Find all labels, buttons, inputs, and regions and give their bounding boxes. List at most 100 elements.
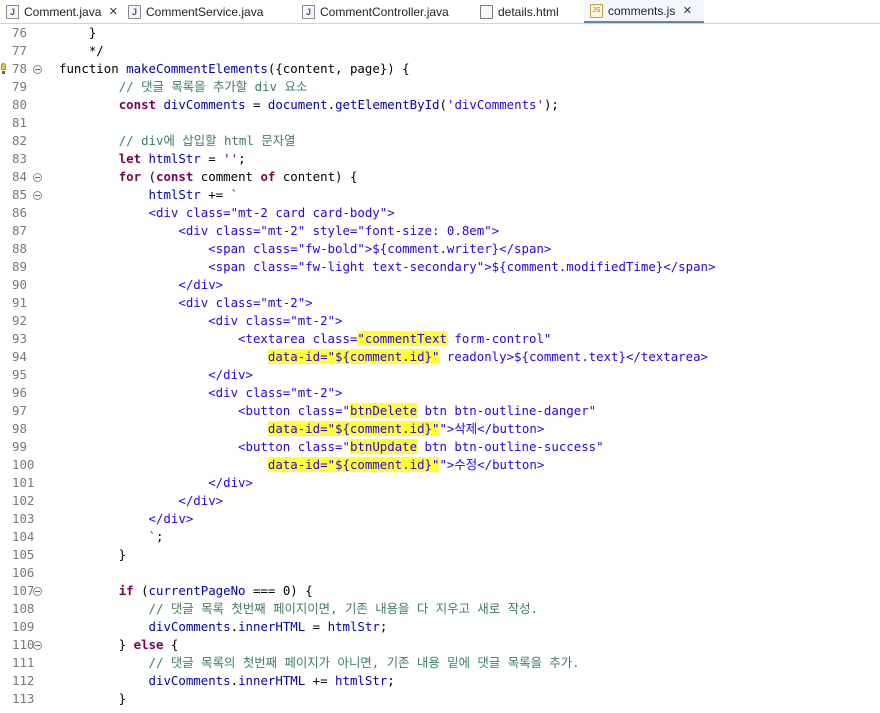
- line-number: 110: [12, 637, 35, 652]
- line-gutter: 93: [0, 330, 46, 348]
- highlighted-token: data-id="${comment.id}": [267, 457, 440, 472]
- code-text: // 댓글 목록 첫번째 페이지이면, 기존 내용을 다 지우고 새로 작성.: [59, 600, 538, 618]
- code-token: // 댓글 목록 첫번째 페이지이면, 기존 내용을 다 지우고 새로 작성.: [148, 601, 538, 616]
- code-line[interactable]: 108 // 댓글 목록 첫번째 페이지이면, 기존 내용을 다 지우고 새로 …: [0, 600, 880, 618]
- line-gutter: 85: [0, 186, 46, 204]
- code-line[interactable]: 88 <span class="fw-bold">${comment.write…: [0, 240, 880, 258]
- code-line[interactable]: 93 <textarea class="commentText form-con…: [0, 330, 880, 348]
- line-gutter: 89: [0, 258, 46, 276]
- code-token: divComments: [148, 619, 231, 634]
- code-line[interactable]: 87 <div class="mt-2" style="font-size: 0…: [0, 222, 880, 240]
- code-line[interactable]: 107 if (currentPageNo === 0) {: [0, 582, 880, 600]
- fold-toggle-icon[interactable]: [33, 641, 42, 650]
- code-line[interactable]: 77 */: [0, 42, 880, 60]
- code-token: <button class=": [59, 439, 350, 454]
- fold-toggle-icon[interactable]: [33, 587, 42, 596]
- fold-toggle-icon[interactable]: [33, 65, 42, 74]
- tab-commentservice-java[interactable]: J CommentService.java: [122, 0, 296, 23]
- code-line[interactable]: 79 // 댓글 목록을 추가할 div 요소: [0, 78, 880, 96]
- code-line[interactable]: 101 </div>: [0, 474, 880, 492]
- code-editor[interactable]: 76 } 77 */78 function makeCommentElements(…: [0, 24, 880, 713]
- line-number: 113: [12, 691, 35, 706]
- code-line[interactable]: 106: [0, 564, 880, 582]
- code-line[interactable]: 86 <div class="mt-2 card card-body">: [0, 204, 880, 222]
- close-icon[interactable]: ✕: [681, 4, 693, 17]
- code-token: // 댓글 목록의 첫번째 페이지가 아니면, 기존 내용 밑에 댓글 목록을 …: [148, 655, 580, 670]
- code-text: `;: [59, 528, 164, 546]
- code-line[interactable]: 85 htmlStr += `: [0, 186, 880, 204]
- code-line[interactable]: 112 divComments.innerHTML += htmlStr;: [0, 672, 880, 690]
- code-line[interactable]: 94 data-id="${comment.id}" readonly>${co…: [0, 348, 880, 366]
- code-token: currentPageNo: [148, 583, 246, 598]
- code-token: <button class=": [59, 403, 350, 418]
- tab-comments-js[interactable]: JS comments.js ✕: [584, 0, 704, 23]
- code-line[interactable]: 92 <div class="mt-2">: [0, 312, 880, 330]
- fold-toggle-icon[interactable]: [33, 173, 42, 182]
- code-token: // 댓글 목록을 추가할 div 요소: [118, 79, 308, 94]
- line-number: 107: [12, 583, 35, 598]
- code-token: </div>: [59, 277, 224, 292]
- code-line[interactable]: 98 data-id="${comment.id}"">삭제</button>: [0, 420, 880, 438]
- tab-commentcontroller-java[interactable]: J CommentController.java: [296, 0, 474, 23]
- line-number: 97: [12, 403, 27, 418]
- line-gutter: 83: [0, 150, 46, 168]
- code-text: } else {: [59, 636, 179, 654]
- code-line[interactable]: 76 }: [0, 24, 880, 42]
- code-text: </div>: [59, 510, 194, 528]
- code-line[interactable]: 91 <div class="mt-2">: [0, 294, 880, 312]
- code-token: of: [260, 169, 276, 184]
- code-token: document: [267, 97, 328, 112]
- code-line[interactable]: 102 </div>: [0, 492, 880, 510]
- code-token: ">수정</button>: [439, 457, 545, 472]
- code-token: <div class="mt-2">: [59, 385, 343, 400]
- code-line[interactable]: 111 // 댓글 목록의 첫번째 페이지가 아니면, 기존 내용 밑에 댓글 …: [0, 654, 880, 672]
- tab-details-html[interactable]: details.html: [474, 0, 584, 23]
- code-line[interactable]: 104 `;: [0, 528, 880, 546]
- code-text: <button class="btnDelete btn btn-outline…: [59, 402, 596, 420]
- code-text: <div class="mt-2">: [59, 294, 312, 312]
- close-icon[interactable]: ✕: [107, 5, 119, 18]
- code-line[interactable]: 113 }: [0, 690, 880, 708]
- code-token: readonly>${comment.text}</textarea>: [439, 349, 709, 364]
- code-token: </div>: [59, 493, 224, 508]
- code-line[interactable]: 80 const divComments = document.getEleme…: [0, 96, 880, 114]
- code-line[interactable]: 97 <button class="btnDelete btn btn-outl…: [0, 402, 880, 420]
- line-number: 98: [12, 421, 27, 436]
- code-line[interactable]: 99 <button class="btnUpdate btn btn-outl…: [0, 438, 880, 456]
- line-number: 93: [12, 331, 27, 346]
- code-line[interactable]: 103 </div>: [0, 510, 880, 528]
- line-gutter: 86: [0, 204, 46, 222]
- code-token: (: [133, 583, 149, 598]
- code-token: );: [543, 97, 559, 112]
- code-line[interactable]: 81: [0, 114, 880, 132]
- code-text: if (currentPageNo === 0) {: [59, 582, 313, 600]
- code-line[interactable]: 89 <span class="fw-light text-secondary"…: [0, 258, 880, 276]
- code-line[interactable]: 96 <div class="mt-2">: [0, 384, 880, 402]
- line-number: 85: [12, 187, 27, 202]
- tab-label: CommentController.java: [320, 4, 449, 19]
- code-line[interactable]: 109 divComments.innerHTML = htmlStr;: [0, 618, 880, 636]
- code-line[interactable]: 95 </div>: [0, 366, 880, 384]
- line-number: 94: [12, 349, 27, 364]
- code-token: const: [118, 97, 156, 112]
- line-number: 87: [12, 223, 27, 238]
- code-line[interactable]: 105 }: [0, 546, 880, 564]
- warning-marker-icon[interactable]: [0, 63, 7, 75]
- fold-toggle-icon[interactable]: [33, 191, 42, 200]
- tab-comment-java[interactable]: J Comment.java ✕: [0, 0, 122, 23]
- java-file-icon: J: [128, 4, 141, 19]
- code-line[interactable]: 110 } else {: [0, 636, 880, 654]
- code-token: else: [133, 637, 164, 652]
- code-token: <span class="fw-bold">${comment.writer}<…: [59, 241, 552, 256]
- code-line[interactable]: 84 for (const comment of content) {: [0, 168, 880, 186]
- code-text: </div>: [59, 492, 223, 510]
- code-line[interactable]: 82 // div에 삽입할 html 문자열: [0, 132, 880, 150]
- code-line[interactable]: 78 function makeCommentElements({content,…: [0, 60, 880, 78]
- line-gutter: 97: [0, 402, 46, 420]
- code-line[interactable]: 90 </div>: [0, 276, 880, 294]
- code-line[interactable]: 100 data-id="${comment.id}"">수정</button>: [0, 456, 880, 474]
- code-line[interactable]: 83 let htmlStr = '';: [0, 150, 880, 168]
- line-number: 96: [12, 385, 27, 400]
